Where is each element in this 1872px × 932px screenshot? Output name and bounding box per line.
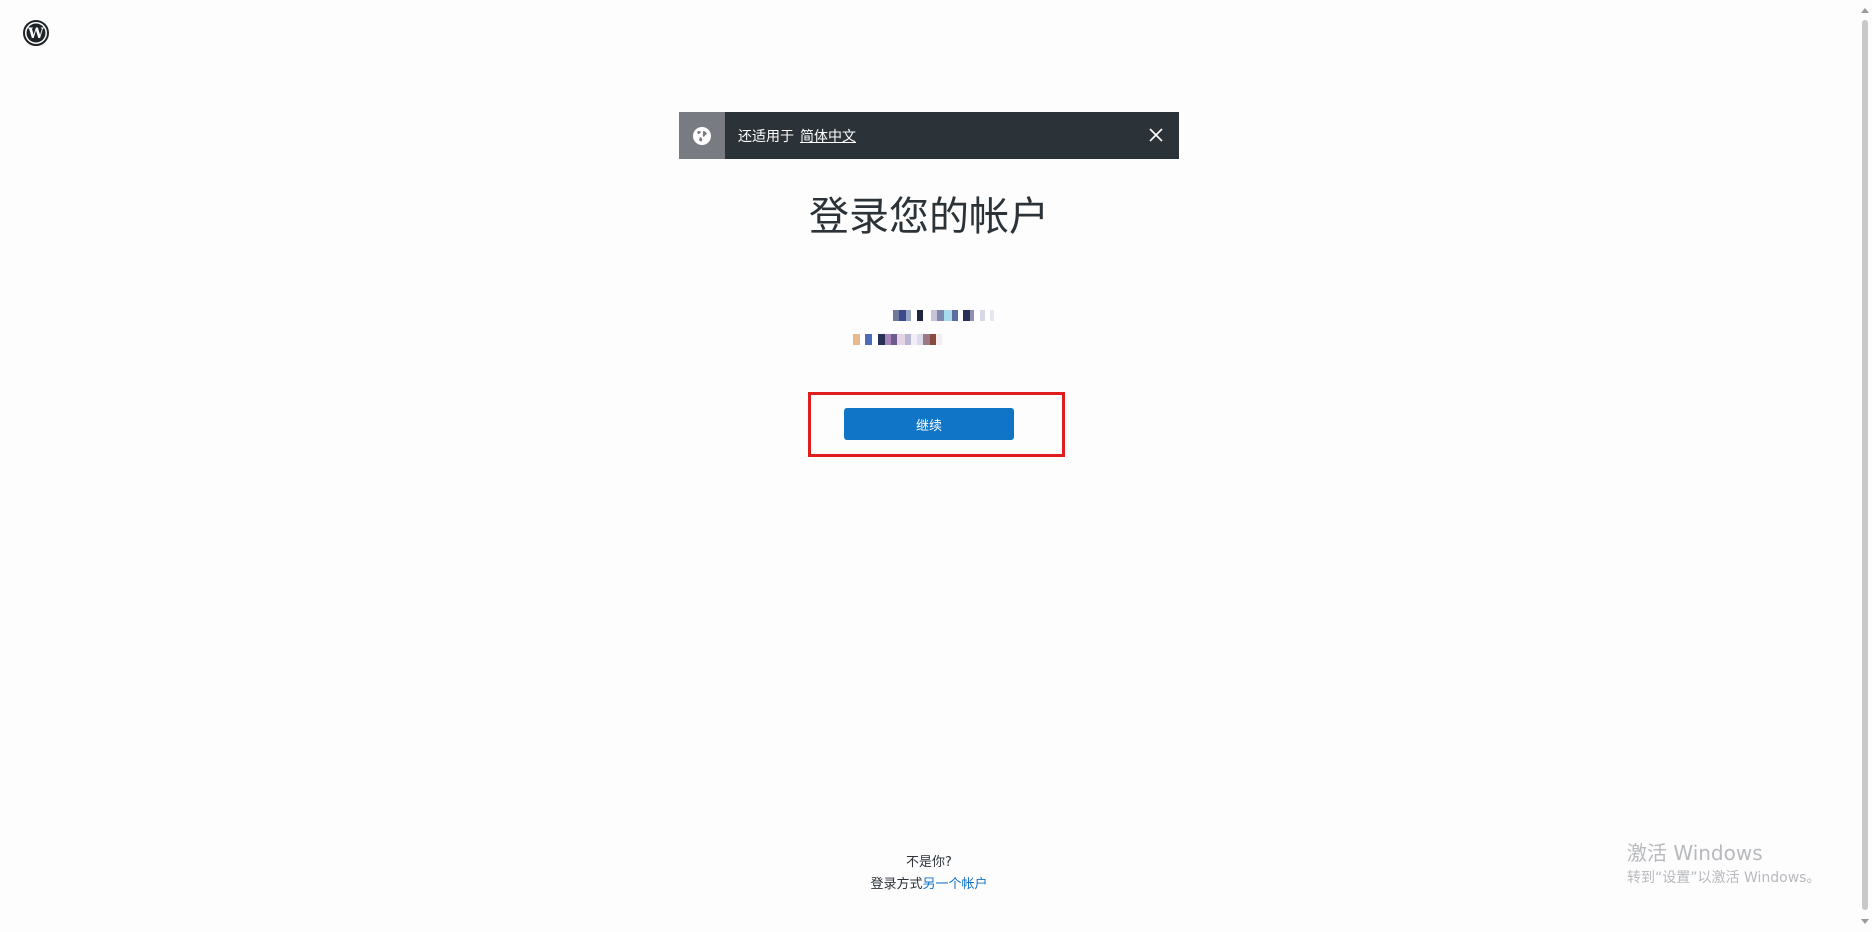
windows-activation-watermark: 激活 Windows 转到“设置”以激活 Windows。	[1627, 840, 1820, 888]
footer: 不是你? 登录方式另一个帐户	[0, 852, 1858, 896]
account-email-obscured	[853, 334, 942, 345]
scroll-up-icon[interactable]	[1861, 8, 1869, 13]
continue-button[interactable]: 继续	[844, 408, 1014, 440]
not-you-text: 不是你?	[906, 855, 952, 870]
wordpress-icon[interactable]: W	[23, 20, 49, 46]
scroll-thumb[interactable]	[1862, 20, 1868, 910]
language-link[interactable]: 简体中文	[800, 126, 856, 146]
watermark-subtitle: 转到“设置”以激活 Windows。	[1627, 870, 1821, 886]
scroll-down-icon[interactable]	[1861, 919, 1869, 924]
switch-account-prefix: 登录方式	[870, 877, 923, 892]
account-name-obscured	[893, 310, 994, 321]
another-account-link[interactable]: 另一个帐户	[923, 877, 988, 892]
account-info-obscured	[840, 302, 1020, 352]
page-title: 登录您的帐户	[809, 194, 1049, 240]
notice-prefix: 还适用于	[738, 128, 794, 145]
vertical-scrollbar[interactable]	[1858, 0, 1872, 932]
language-notice: 还适用于 简体中文	[679, 112, 1179, 159]
notice-message: 还适用于 简体中文	[738, 126, 856, 146]
switch-account-line: 登录方式另一个帐户	[0, 874, 1858, 896]
close-icon[interactable]	[1145, 124, 1167, 146]
watermark-title: 激活 Windows	[1627, 841, 1763, 865]
globe-icon	[679, 112, 725, 159]
svg-text:W: W	[27, 26, 44, 42]
